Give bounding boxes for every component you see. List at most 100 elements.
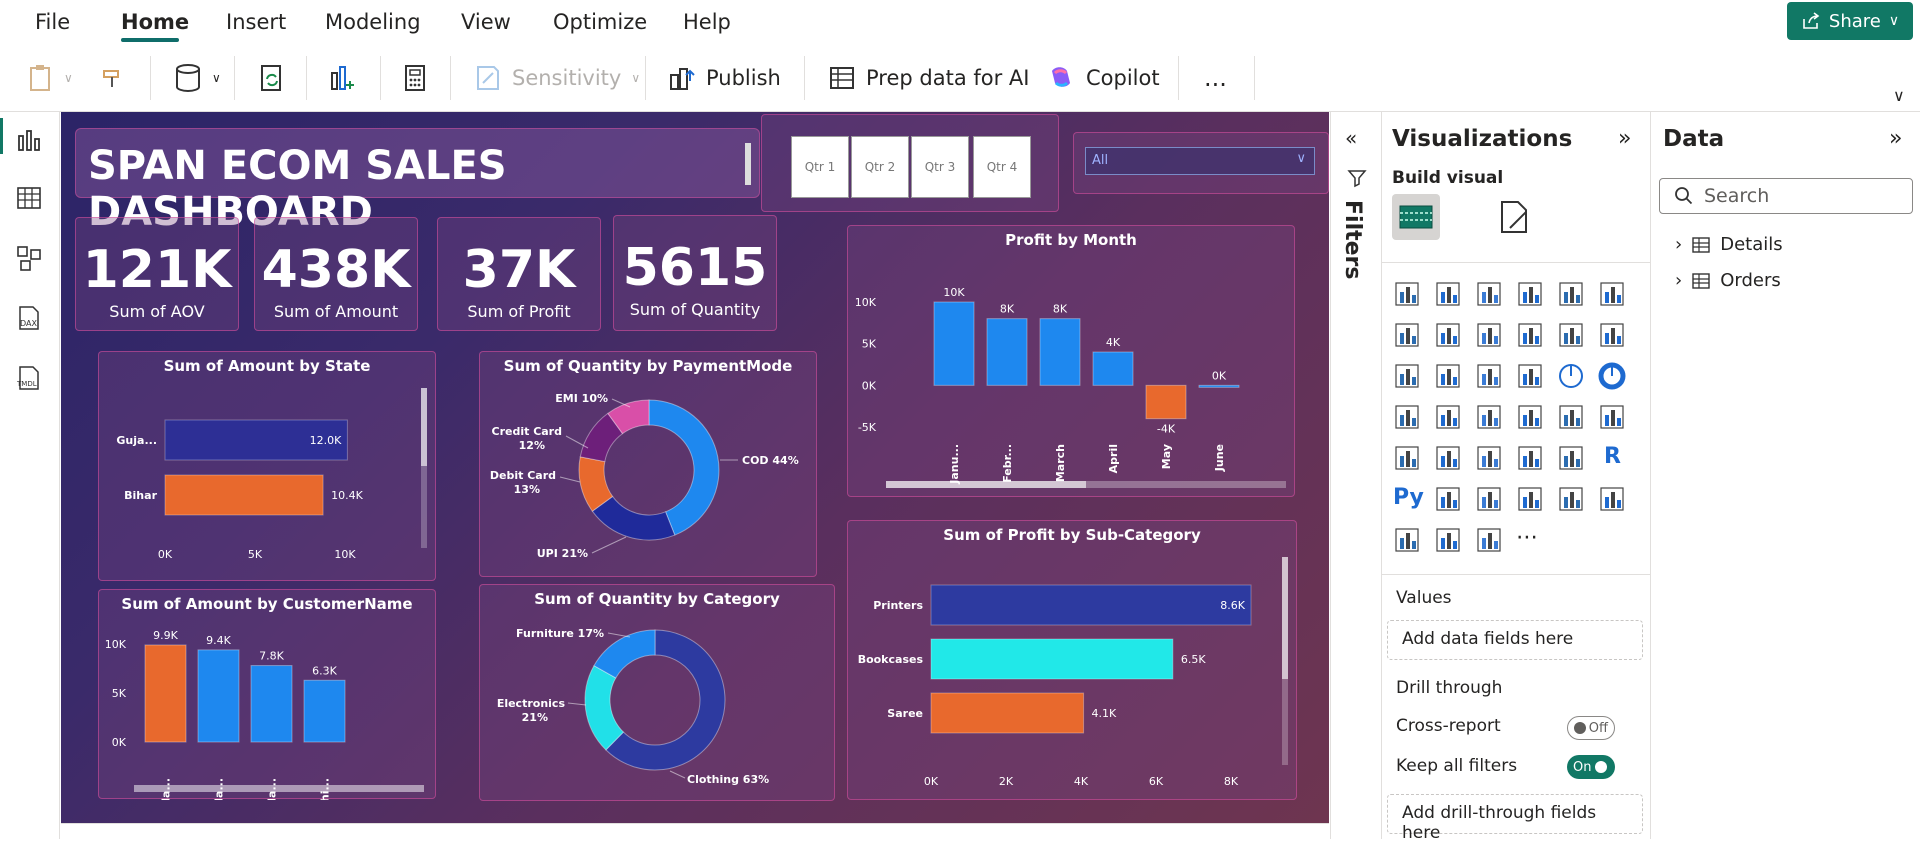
slicer-icon[interactable]: [1475, 444, 1505, 474]
menu-view[interactable]: View: [461, 10, 511, 34]
slicer-qtr4[interactable]: Qtr 4: [973, 136, 1031, 198]
stacked-column-chart-icon[interactable]: [1434, 280, 1464, 310]
prep-data-button[interactable]: Prep data for AI: [828, 60, 1029, 96]
menu-file[interactable]: File: [35, 10, 70, 34]
slicer-qtr1[interactable]: Qtr 1: [791, 136, 849, 198]
funnel-chart-icon[interactable]: [1475, 362, 1505, 392]
clustered-column-chart-icon[interactable]: [1516, 280, 1546, 310]
get-data-button[interactable]: ∨: [174, 60, 221, 96]
collapse-ribbon-icon[interactable]: ∨: [1893, 86, 1905, 105]
100-stacked-column-chart-icon[interactable]: [1598, 280, 1628, 310]
format-painter-button[interactable]: [100, 60, 126, 96]
card-icon[interactable]: [1598, 403, 1628, 433]
collapse-pane-icon[interactable]: »: [1889, 126, 1902, 151]
matrix-icon[interactable]: [1557, 444, 1587, 474]
table-view-icon[interactable]: [15, 184, 43, 212]
scatter-chart-icon[interactable]: [1516, 362, 1546, 392]
category-label: Bookcases: [858, 653, 924, 666]
power-apps-icon[interactable]: [1434, 526, 1464, 556]
scrollbar-thumb: [886, 481, 1086, 488]
menu-home[interactable]: Home: [121, 10, 189, 34]
slicer-qtr2[interactable]: Qtr 2: [851, 136, 909, 198]
publish-button[interactable]: Publish: [668, 60, 781, 96]
100-stacked-bar-chart-icon[interactable]: [1557, 280, 1587, 310]
menu-help[interactable]: Help: [683, 10, 731, 34]
waterfall-chart-icon[interactable]: [1434, 362, 1464, 392]
refresh-button[interactable]: [258, 60, 286, 96]
copilot-button[interactable]: Copilot: [1046, 60, 1160, 96]
data-search-input[interactable]: Search: [1659, 178, 1913, 214]
cross-report-toggle[interactable]: Off: [1567, 716, 1615, 740]
gauge-icon[interactable]: [1557, 403, 1587, 433]
new-measure-button[interactable]: [402, 60, 428, 96]
ribbon-chart-icon[interactable]: [1393, 362, 1423, 392]
collapse-pane-icon[interactable]: »: [1618, 126, 1631, 151]
kpi-icon[interactable]: [1434, 444, 1464, 474]
sensitivity-button[interactable]: Sensitivity ∨: [474, 60, 640, 96]
report-view-icon[interactable]: [15, 126, 43, 154]
table-details[interactable]: › Details: [1675, 234, 1783, 255]
cross-report-label: Cross-report: [1396, 716, 1501, 736]
build-visual-tab[interactable]: [1392, 194, 1440, 240]
data-label: 8K: [1053, 303, 1068, 316]
keep-filters-toggle[interactable]: On: [1567, 755, 1615, 779]
filters-label[interactable]: Filters: [1340, 200, 1365, 280]
keep-filters-label: Keep all filters: [1396, 756, 1518, 776]
format-visual-tab[interactable]: [1492, 194, 1540, 240]
line-and-clustered-column-chart-icon[interactable]: [1598, 321, 1628, 351]
dropdown-select[interactable]: All ∨: [1085, 147, 1315, 175]
chart-quantity-by-paymentmode: Sum of Quantity by PaymentMode COD 44% UP…: [479, 351, 817, 577]
table-icon: [1692, 236, 1710, 253]
more-visuals-icon[interactable]: ⋯: [1516, 526, 1546, 556]
toolbar-divider: [150, 56, 151, 100]
smart-narrative-icon[interactable]: [1557, 485, 1587, 515]
chevron-down-icon: ∨: [64, 71, 73, 85]
tmdl-view-icon[interactable]: TMDL: [15, 364, 43, 392]
bar: [197, 649, 240, 743]
line-and-column-chart-icon[interactable]: [1557, 321, 1587, 351]
data-label: 4.1K: [1092, 707, 1117, 720]
menu-modeling[interactable]: Modeling: [325, 10, 421, 34]
kpi-profit-value: 37K: [462, 240, 576, 300]
metrics-icon[interactable]: [1598, 485, 1628, 515]
azure-map-icon[interactable]: [1516, 403, 1546, 433]
power-automate-icon[interactable]: [1475, 526, 1505, 556]
build-visual-icon: [1399, 205, 1433, 229]
donut-chart-icon[interactable]: [1598, 362, 1628, 392]
line-chart-icon[interactable]: [1393, 321, 1423, 351]
expand-filters-icon[interactable]: «: [1345, 126, 1357, 150]
dashboard-title-box: SPAN ECOM SALES DASHBOARD: [75, 128, 760, 235]
decomposition-tree-icon[interactable]: [1475, 485, 1505, 515]
drill-through-well[interactable]: Add drill-through fields here: [1387, 794, 1643, 843]
multi-row-card-icon[interactable]: [1393, 444, 1423, 474]
table-icon[interactable]: [1516, 444, 1546, 474]
menu-optimize[interactable]: Optimize: [553, 10, 647, 34]
filled-map-icon[interactable]: [1475, 403, 1505, 433]
area-chart-icon[interactable]: [1434, 321, 1464, 351]
pie-chart-icon[interactable]: [1557, 362, 1587, 392]
model-view-icon[interactable]: [15, 244, 43, 272]
publish-icon: [670, 68, 695, 90]
stacked-bar-chart-icon[interactable]: [1393, 280, 1423, 310]
values-well[interactable]: Add data fields here: [1387, 620, 1643, 660]
map-icon[interactable]: [1434, 403, 1464, 433]
stacked-area-chart-icon[interactable]: [1475, 321, 1505, 351]
calculator-icon: [405, 65, 425, 91]
treemap-icon[interactable]: [1393, 403, 1423, 433]
paginated-report-icon[interactable]: [1393, 526, 1423, 556]
menu-insert[interactable]: Insert: [226, 10, 286, 34]
paste-button[interactable]: ∨: [28, 60, 73, 96]
more-options-button[interactable]: ...: [1204, 60, 1227, 96]
new-visual-button[interactable]: [328, 60, 358, 96]
key-influencers-icon[interactable]: [1434, 485, 1464, 515]
python-visual-icon[interactable]: Py: [1393, 485, 1424, 515]
table-orders[interactable]: › Orders: [1675, 270, 1781, 291]
100-stacked-area-chart-icon[interactable]: [1516, 321, 1546, 351]
r-script-visual-icon[interactable]: R: [1598, 444, 1628, 474]
qa-visual-icon[interactable]: [1516, 485, 1546, 515]
slicer-qtr3[interactable]: Qtr 3: [911, 136, 969, 198]
clustered-bar-chart-icon[interactable]: [1475, 280, 1505, 310]
table-details-label: Details: [1720, 234, 1783, 255]
dax-query-view-icon[interactable]: DAX: [15, 304, 43, 332]
share-button[interactable]: Share ∨: [1787, 2, 1913, 40]
